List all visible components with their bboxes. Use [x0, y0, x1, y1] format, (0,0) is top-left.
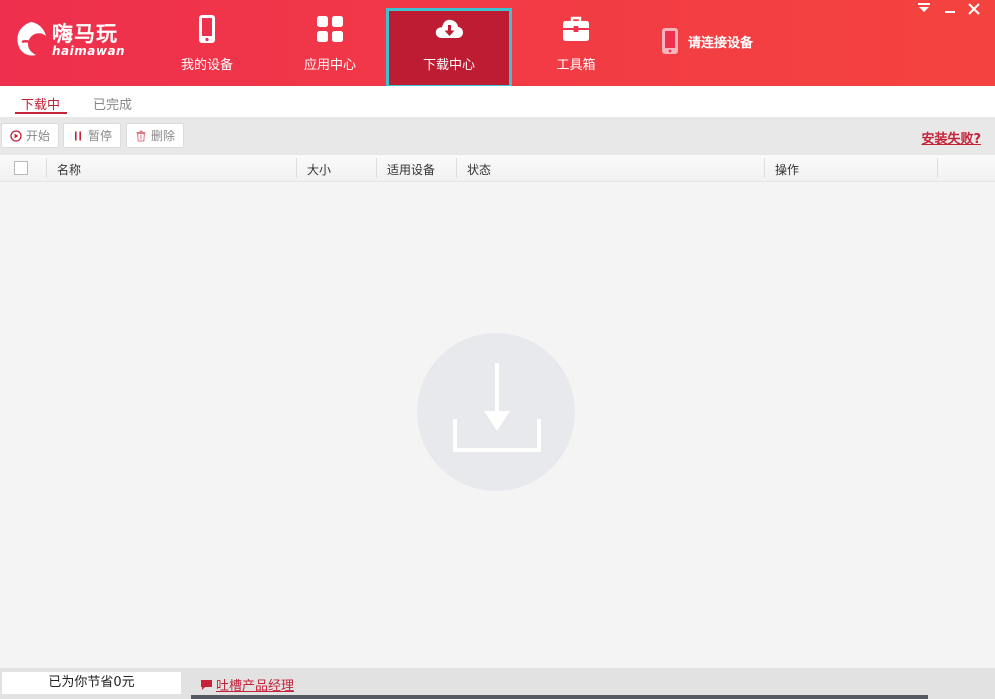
phone-icon: [199, 15, 215, 43]
app-logo: 嗨马玩 haimawan: [14, 18, 126, 64]
table-header: 名称 大小 适用设备 状态 操作: [0, 155, 995, 182]
delete-label: 删除: [151, 129, 176, 143]
download-tray-icon: [453, 363, 541, 452]
trash-icon: [136, 130, 146, 142]
feedback-link[interactable]: 吐槽产品经理: [200, 675, 294, 694]
column-header-name[interactable]: 名称: [57, 161, 81, 178]
column-header-device[interactable]: 适用设备: [387, 161, 435, 178]
download-list-area: [0, 182, 995, 668]
nav-app-center[interactable]: 应用中心: [267, 8, 393, 88]
phone-outline-icon: [662, 28, 678, 54]
close-icon[interactable]: [964, 2, 984, 20]
column-header-status[interactable]: 状态: [467, 161, 491, 178]
nav-label: 下载中心: [422, 58, 475, 73]
start-label: 开始: [26, 129, 51, 143]
savings-text: 已为你节省0元: [2, 672, 181, 694]
footer-strip: [191, 695, 928, 699]
tab-downloading[interactable]: 下载中: [21, 94, 60, 113]
delete-button[interactable]: 删除: [126, 123, 185, 148]
nav-label: 工具箱: [556, 58, 596, 73]
connect-device-label: 请连接设备: [688, 35, 754, 51]
minimize-icon[interactable]: [940, 2, 960, 20]
active-tab-indicator: [15, 112, 67, 114]
download-toolbar: 开始 暂停 删除 安装失败?: [0, 117, 995, 155]
connect-device-button[interactable]: 请连接设备: [660, 26, 753, 56]
column-divider: [937, 158, 938, 178]
column-divider: [296, 158, 297, 178]
feedback-label: 吐槽产品经理: [216, 679, 295, 694]
nav-label: 应用中心: [303, 58, 356, 73]
cloud-download-icon: [435, 19, 463, 38]
pause-button[interactable]: 暂停: [63, 123, 122, 148]
apps-grid-icon: [317, 16, 343, 42]
column-header-size[interactable]: 大小: [307, 161, 331, 178]
play-circle-icon: [10, 129, 22, 142]
nav-my-devices[interactable]: 我的设备: [144, 8, 270, 88]
nav-toolbox[interactable]: 工具箱: [513, 8, 639, 88]
column-divider: [456, 158, 457, 178]
pause-label: 暂停: [88, 129, 113, 143]
tab-completed[interactable]: 已完成: [93, 94, 132, 113]
chat-bubble-icon: [201, 679, 212, 690]
column-divider: [764, 158, 765, 178]
column-header-action[interactable]: 操作: [775, 161, 799, 178]
empty-state-circle: [417, 333, 575, 491]
start-button[interactable]: 开始: [1, 123, 60, 148]
column-divider: [46, 158, 47, 178]
column-divider: [376, 158, 377, 178]
select-all-checkbox[interactable]: [14, 161, 28, 175]
install-failed-link[interactable]: 安装失败?: [921, 128, 981, 147]
logo-subtext: haimawan: [52, 44, 126, 58]
app-header: 嗨马玩 haimawan 我的设备 应用中心 下载中心 工具箱 请连接设备: [0, 0, 995, 88]
download-subtabs: 下载中 已完成: [0, 86, 995, 117]
menu-dropdown-icon[interactable]: [914, 2, 934, 20]
nav-download-center[interactable]: 下载中心: [386, 8, 512, 88]
logo-mark-icon: [17, 22, 46, 56]
toolbox-icon: [563, 16, 589, 41]
pause-icon: [75, 131, 81, 140]
nav-label: 我的设备: [180, 58, 233, 73]
